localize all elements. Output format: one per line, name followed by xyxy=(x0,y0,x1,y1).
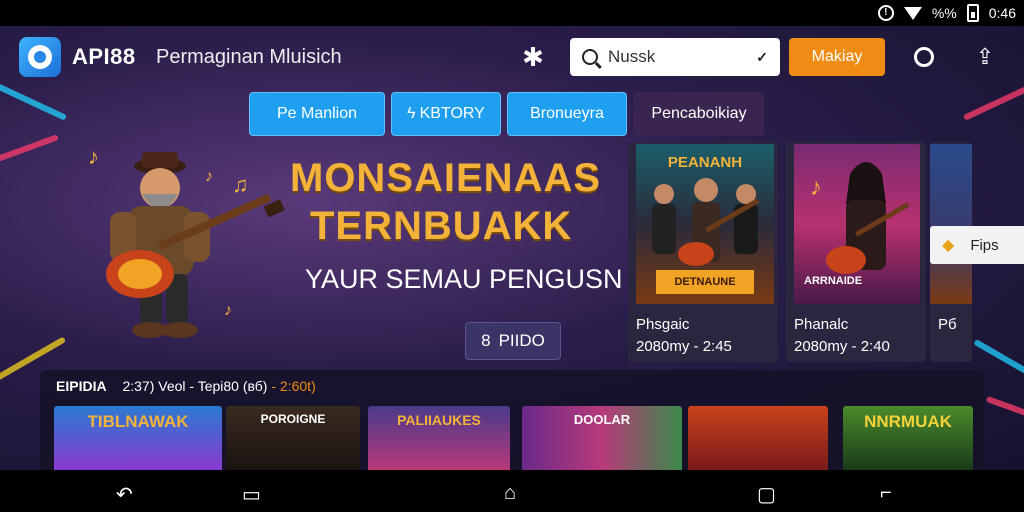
lightning-icon: ϟ xyxy=(407,105,416,122)
card-art-poster: DETNAUNE xyxy=(656,270,754,294)
rail-heading: EIPIDIA xyxy=(56,378,107,394)
gift-icon[interactable]: ⇪ xyxy=(972,44,998,70)
rail-info: 2:37) Veol - Tepi80 (вб) xyxy=(122,378,268,394)
page-title: Permaginan Mluisich xyxy=(156,46,342,68)
menu-icon[interactable]: ⌐ xyxy=(880,482,892,505)
tag-icon: ◆ xyxy=(942,237,955,254)
tab-label: Bronueyra xyxy=(530,105,604,122)
card-artwork xyxy=(930,144,972,304)
battery-icon xyxy=(966,4,979,22)
link-icon: 8 xyxy=(481,331,491,350)
card-art-poster: ARRNAIDE xyxy=(804,275,863,287)
tab-bronueyra[interactable]: Bronueyra xyxy=(507,92,627,136)
tab-label: Pencaboikiay xyxy=(651,105,747,122)
hero-title: MONSAIENAAS xyxy=(290,156,602,200)
card-title: Phsgaic xyxy=(636,316,690,333)
rail-highlight: - 2:60t) xyxy=(271,378,316,394)
app-header: API88 Permaginan Mluisich ✱ ✓ Makiay ⇪ xyxy=(0,26,1024,88)
side-filter-chip[interactable]: ◆ Fips xyxy=(930,226,1024,264)
alert-icon: ! xyxy=(877,5,894,21)
clock: 0:46 xyxy=(988,5,1016,21)
puzzle-icon[interactable]: ✱ xyxy=(520,44,546,70)
card-artwork: PEANANH DETNAUNE xyxy=(636,144,774,304)
search-box[interactable]: ✓ xyxy=(570,38,780,76)
music-note-icon: ♫ xyxy=(232,172,249,197)
card-title: Pб xyxy=(938,316,957,333)
back-icon[interactable]: ↶ xyxy=(116,482,133,507)
card-title: Phanalc xyxy=(794,316,849,333)
game-thumb[interactable]: PALIIAUKES xyxy=(368,406,510,470)
music-note-icon: ♪ xyxy=(88,144,99,169)
app-logo[interactable] xyxy=(19,37,61,77)
wifi-icon xyxy=(903,6,922,20)
tab-label: KBTORY xyxy=(419,105,485,122)
rail-header: EIPIDIA 2:37) Veol - Tepi80 (вб) - 2:60t… xyxy=(56,378,316,394)
light-streak xyxy=(0,134,59,164)
tab-label: Pe Manlion xyxy=(276,105,358,122)
side-chip-label: Fips xyxy=(970,236,999,254)
featured-card[interactable]: ♪ ARRNAIDE Phanalc 2080my - 2:40 xyxy=(786,142,926,362)
recents-icon[interactable]: ▭ xyxy=(242,482,261,507)
music-note-icon: ♪ xyxy=(224,302,232,319)
card-artwork: ♪ ARRNAIDE xyxy=(794,144,920,304)
thumb-label: NNRMUAK xyxy=(864,412,952,431)
tab-pe-manlion[interactable]: Pe Manlion xyxy=(249,92,385,136)
primary-button[interactable]: Makiay xyxy=(789,38,885,76)
guitarist-illustration xyxy=(106,152,285,338)
hero-title-line2: TERNBUAKK xyxy=(310,204,573,248)
system-nav-bar: ↶ ▭ ⌂ ▢ ⌐ xyxy=(0,470,1024,512)
tab-pencaboikiay[interactable]: Pencaboikiay xyxy=(634,92,764,136)
signal-indicator: %% xyxy=(931,5,957,21)
chat-icon[interactable] xyxy=(911,44,937,70)
search-input[interactable] xyxy=(608,47,738,67)
tab-kbtory[interactable]: ϟ KBTORY xyxy=(391,92,501,136)
hero-subtitle: YAUR SEMAU PENGUSN xyxy=(305,264,623,294)
logo-mark-icon xyxy=(28,45,52,69)
card-meta: 2080my - 2:40 xyxy=(794,338,890,355)
search-icon xyxy=(582,49,598,65)
game-thumb[interactable]: TIBLNAWAK xyxy=(54,406,222,470)
hero-button-label: PIIDO xyxy=(498,331,545,350)
game-thumb[interactable]: DOOLAR xyxy=(522,406,682,470)
game-thumb[interactable]: NNRMUAK xyxy=(843,406,973,470)
game-thumb[interactable]: POROIGNE xyxy=(226,406,360,470)
music-note-icon: ♪ xyxy=(205,168,213,185)
thumb-label: PALIIAUKES xyxy=(397,412,481,428)
home-icon[interactable]: ⌂ xyxy=(504,482,516,505)
light-streak xyxy=(985,395,1024,423)
game-thumb[interactable] xyxy=(688,406,828,470)
thumb-label: POROIGNE xyxy=(260,412,326,426)
card-meta: 2080my - 2:45 xyxy=(636,338,732,355)
thumb-label: DOOLAR xyxy=(573,412,631,427)
hero-play-button[interactable]: 8 PIIDO xyxy=(465,322,561,360)
chevron-down-icon[interactable]: ✓ xyxy=(756,49,768,66)
featured-card[interactable]: PEANANH DETNAUNE Phsgaic 2080my - 2:45 xyxy=(628,142,778,362)
brand-name: API88 xyxy=(72,44,136,69)
overview-icon[interactable]: ▢ xyxy=(757,482,776,507)
thumb-label: TIBLNAWAK xyxy=(87,412,189,431)
status-bar: ! %% 0:46 xyxy=(0,0,1024,26)
app-screen: API88 Permaginan Mluisich ✱ ✓ Makiay ⇪ P… xyxy=(0,26,1024,470)
